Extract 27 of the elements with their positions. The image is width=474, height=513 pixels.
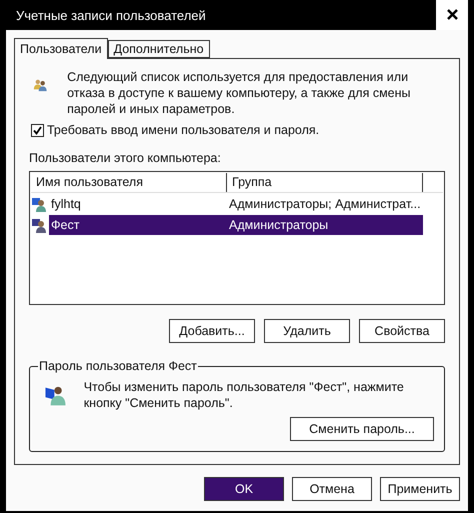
change-password-button[interactable]: Сменить пароль... (290, 417, 434, 441)
tab[interactable]: Пользователи (14, 38, 108, 59)
intro-text: Следующий список используется для предоставления или отказа в доступе к вашему компьютеру, а также для смены паролей и иных параметров. (67, 69, 412, 117)
checkbox[interactable] (31, 124, 44, 136)
user-icon (31, 196, 47, 212)
users-label: Пользователи этого компьютера: (29, 151, 222, 165)
user-action-button[interactable]: Добавить... (169, 319, 255, 343)
user-name-cell[interactable]: fylhtq (49, 194, 227, 214)
window-title: Учетные записи пользователей (15, 8, 206, 22)
dialog-button[interactable]: Отмена (292, 477, 372, 501)
user-action-button[interactable]: Удалить (264, 319, 350, 343)
user-name-cell[interactable]: Фест (49, 215, 227, 235)
column-header[interactable]: Имя пользователя (31, 173, 227, 192)
check-icon (33, 126, 42, 134)
checkbox-label: Требовать ввод имени пользователя и пароля. (47, 123, 320, 137)
user-action-button[interactable]: Свойства (359, 319, 445, 343)
close-button[interactable] (436, 0, 468, 30)
password-hint: Чтобы изменить пароль пользователя "Фест", нажмите кнопку "Сменить пароль". (84, 379, 405, 411)
dialog-button[interactable]: Применить (380, 477, 460, 501)
group-cell[interactable]: Администраторы (227, 215, 423, 235)
group-title: Пароль пользователя Фест (38, 359, 198, 373)
column-header[interactable]: Группа (227, 173, 423, 192)
dialog-button[interactable]: OK (204, 477, 284, 501)
group-cell[interactable]: Администраторы; Администрат... (227, 194, 423, 214)
tab[interactable]: Дополнительно (108, 40, 210, 58)
close-icon (446, 8, 458, 20)
user-icon (31, 217, 47, 233)
